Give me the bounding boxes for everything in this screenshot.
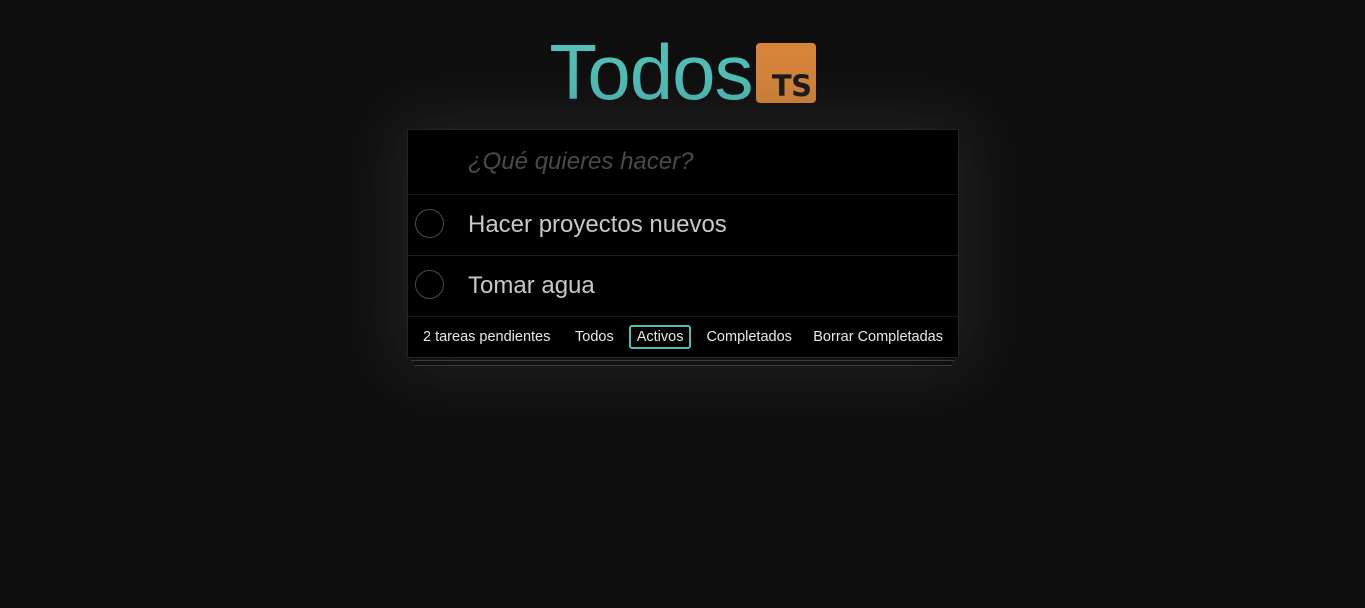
pending-count: 2 tareas pendientes: [423, 329, 551, 345]
todo-footer: 2 tareas pendientes Todos Activos Comple…: [408, 317, 958, 357]
app-header: Todos TS: [0, 30, 1365, 114]
todo-item: Hacer proyectos nuevos: [408, 195, 958, 256]
ts-badge-icon: TS: [755, 43, 816, 103]
filter-active[interactable]: Activos: [628, 325, 692, 349]
todo-toggle-checkbox[interactable]: [415, 270, 444, 299]
todo-item: Tomar agua: [408, 256, 958, 317]
filter-completed[interactable]: Completados: [698, 325, 799, 349]
todo-card: Hacer proyectos nuevos Tomar agua 2 tare…: [408, 130, 958, 357]
todo-toggle-checkbox[interactable]: [415, 209, 444, 238]
new-todo-input[interactable]: [468, 148, 938, 176]
filter-list: Todos Activos Completados: [567, 325, 807, 349]
app-title: Todos: [549, 28, 753, 116]
clear-completed-button[interactable]: Borrar Completadas: [813, 329, 943, 345]
todo-label[interactable]: Hacer proyectos nuevos: [468, 195, 727, 255]
todo-app: Hacer proyectos nuevos Tomar agua 2 tare…: [408, 130, 958, 366]
ts-badge-label: TS: [771, 69, 812, 103]
new-todo-row: [408, 130, 958, 195]
filter-all[interactable]: Todos: [567, 325, 622, 349]
brand: Todos TS: [549, 28, 816, 116]
todo-label[interactable]: Tomar agua: [468, 256, 595, 316]
